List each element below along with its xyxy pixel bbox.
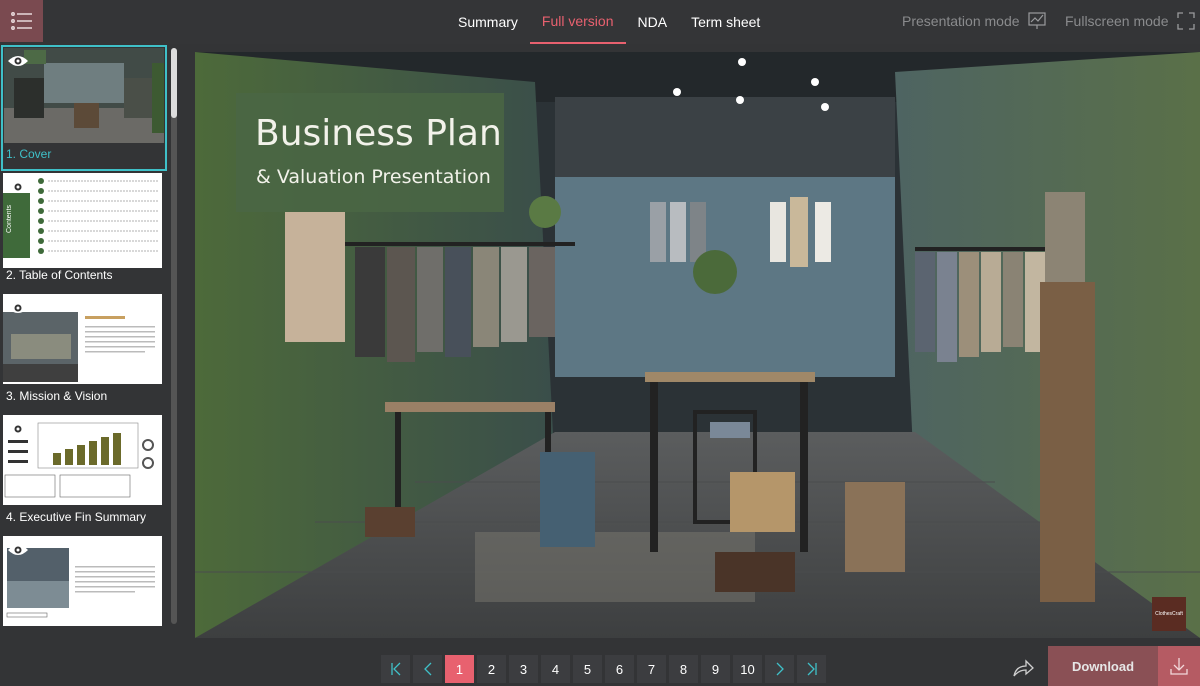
toc-side-label: Contents bbox=[6, 204, 13, 233]
fullscreen-mode-label: Fullscreen mode bbox=[1065, 13, 1169, 29]
page-button[interactable]: 7 bbox=[637, 655, 666, 683]
page-button[interactable]: 10 bbox=[733, 655, 762, 683]
tab-term-sheet-label: Term sheet bbox=[691, 14, 761, 30]
sidebar-scroll-thumb[interactable] bbox=[171, 48, 177, 118]
top-bar: Summary Full version NDA Term sheet Pres… bbox=[0, 0, 1200, 44]
eye-icon bbox=[8, 303, 28, 313]
first-page-button[interactable] bbox=[381, 655, 410, 683]
first-page-icon bbox=[390, 662, 400, 676]
download-icon bbox=[1170, 658, 1188, 675]
last-page-icon bbox=[807, 662, 817, 676]
page-button[interactable]: 3 bbox=[509, 655, 538, 683]
presentation-mode-button[interactable]: Presentation mode bbox=[902, 0, 1046, 42]
slide-subtitle: & Valuation Presentation bbox=[256, 166, 491, 188]
prev-page-button[interactable] bbox=[413, 655, 442, 683]
download-button[interactable]: Download bbox=[1048, 646, 1158, 686]
eye-icon bbox=[8, 424, 28, 434]
page-button[interactable]: 6 bbox=[605, 655, 634, 683]
eye-icon bbox=[8, 182, 28, 192]
page-button[interactable]: 8 bbox=[669, 655, 698, 683]
slide-thumb-label: 2. Table of Contents bbox=[6, 268, 113, 282]
slide-thumb-label: 3. Mission & Vision bbox=[6, 389, 108, 403]
eye-icon bbox=[8, 545, 28, 555]
menu-button[interactable] bbox=[0, 0, 43, 42]
hamburger-icon bbox=[10, 12, 32, 30]
eye-icon bbox=[8, 56, 28, 66]
page-button[interactable]: 4 bbox=[541, 655, 570, 683]
sidebar-scrollbar[interactable] bbox=[171, 48, 177, 624]
slide-title-box: Business Plan & Valuation Presentation bbox=[236, 93, 504, 212]
page-button[interactable]: 1 bbox=[445, 655, 474, 683]
next-page-button[interactable] bbox=[765, 655, 794, 683]
slide-thumb-executive-fin-summary[interactable]: 4. Executive Fin Summary bbox=[3, 415, 167, 533]
slide-thumbnail-sidebar: 1. Cover Contents 2. Table of Contents 3… bbox=[0, 44, 178, 644]
share-icon bbox=[1013, 659, 1034, 677]
company-logo-text: ClothesCraft bbox=[1155, 611, 1183, 617]
slide-stage: Business Plan & Valuation Presentation C… bbox=[195, 52, 1200, 638]
tab-nda[interactable]: NDA bbox=[626, 0, 680, 44]
pagination: 1 2 3 4 5 6 7 8 9 10 bbox=[381, 655, 826, 683]
fullscreen-mode-button[interactable]: Fullscreen mode bbox=[1065, 0, 1195, 42]
slide-thumb-5[interactable] bbox=[3, 536, 167, 631]
page-button[interactable]: 9 bbox=[701, 655, 730, 683]
page-button[interactable]: 5 bbox=[573, 655, 602, 683]
slide-thumb-table-of-contents[interactable]: Contents 2. Table of Contents bbox=[3, 173, 167, 291]
download-label: Download bbox=[1071, 658, 1135, 674]
tab-full-version-label: Full version bbox=[541, 13, 614, 29]
company-logo: ClothesCraft bbox=[1152, 597, 1186, 631]
page-button[interactable]: 2 bbox=[477, 655, 506, 683]
chevron-left-icon bbox=[423, 662, 431, 676]
slide-thumb-mission-vision[interactable]: 3. Mission & Vision bbox=[3, 294, 167, 412]
slide-thumb-label: 4. Executive Fin Summary bbox=[6, 510, 147, 524]
tab-summary-label: Summary bbox=[458, 14, 518, 30]
slide-thumb-cover[interactable]: 1. Cover bbox=[1, 45, 167, 171]
download-icon-button[interactable] bbox=[1158, 646, 1200, 686]
slide-thumb-label: 1. Cover bbox=[6, 147, 52, 161]
view-tabs: Summary Full version NDA Term sheet bbox=[446, 0, 772, 44]
slide-title: Business Plan bbox=[255, 113, 502, 154]
share-button[interactable] bbox=[1012, 658, 1034, 678]
last-page-button[interactable] bbox=[797, 655, 826, 683]
tab-term-sheet[interactable]: Term sheet bbox=[679, 0, 772, 44]
presentation-mode-label: Presentation mode bbox=[902, 13, 1020, 29]
presentation-chart-icon bbox=[1027, 12, 1046, 29]
tab-summary[interactable]: Summary bbox=[446, 0, 530, 44]
tab-full-version[interactable]: Full version bbox=[529, 0, 626, 44]
tab-nda-label: NDA bbox=[637, 14, 668, 30]
chevron-right-icon bbox=[776, 662, 784, 676]
fullscreen-icon bbox=[1176, 12, 1195, 30]
